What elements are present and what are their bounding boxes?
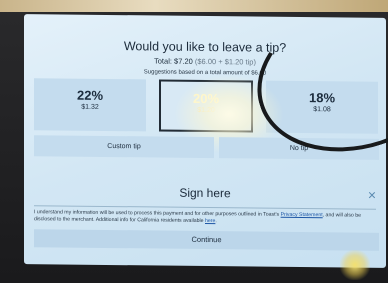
sign-here-label: Sign here: [179, 185, 231, 201]
total-breakdown: ($6.00 + $1.20 tip): [194, 56, 256, 67]
privacy-statement-link[interactable]: Privacy Statement: [281, 212, 323, 218]
tip-percent: 22%: [76, 87, 104, 103]
tip-amount: $1.20: [197, 106, 215, 115]
card-reader-device: Would you like to leave a tip? Total: $7…: [0, 0, 388, 283]
privacy-disclaimer: I understand my information will be used…: [34, 209, 378, 227]
indicator-light: [340, 250, 370, 280]
close-icon[interactable]: ×: [368, 187, 376, 203]
custom-tip-button[interactable]: Custom tip: [34, 135, 214, 159]
continue-button[interactable]: Continue: [34, 229, 379, 251]
disclaimer-text-c: .: [215, 218, 217, 225]
california-info-link[interactable]: here: [205, 218, 215, 224]
tip-amount: $1.32: [81, 103, 99, 111]
tip-option-22[interactable]: 22% $1.32: [34, 78, 146, 132]
tip-option-20[interactable]: 20% $1.20: [159, 79, 253, 133]
total-amount: Total: $7.20: [154, 56, 193, 66]
tip-percent: 20%: [192, 90, 220, 107]
